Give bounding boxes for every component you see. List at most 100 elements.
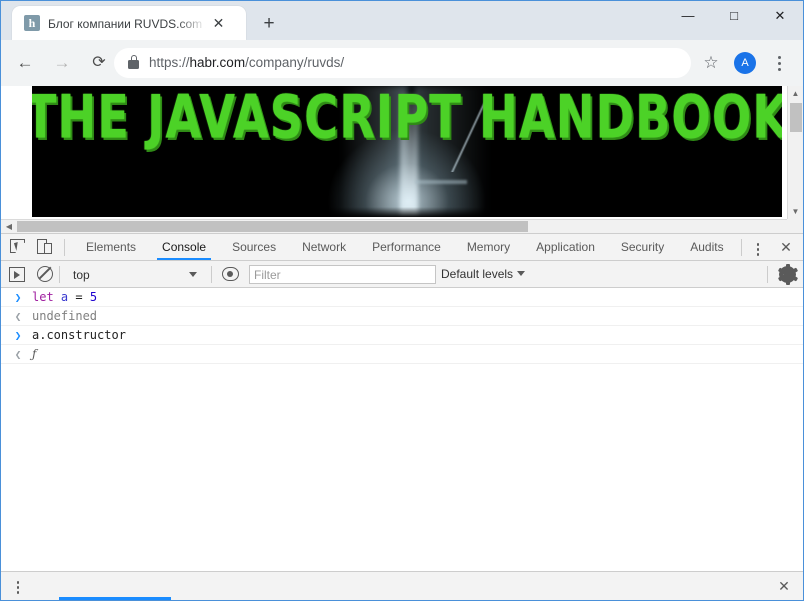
forward-icon[interactable]: → [48, 49, 76, 77]
devtools-tab-label: Sources [232, 240, 277, 254]
scroll-up-icon[interactable]: ▲ [788, 86, 803, 101]
new-tab-button[interactable]: + [258, 13, 280, 35]
maximize-button[interactable]: □ [711, 1, 757, 31]
scroll-left-icon[interactable]: ◀ [2, 220, 16, 233]
devtools-tab-memory[interactable]: Memory [454, 234, 523, 260]
reload-icon[interactable]: ⟳ [85, 49, 113, 77]
horizontal-scroll-thumb[interactable] [17, 221, 528, 232]
console-token [83, 290, 90, 304]
console-token: undefined [32, 309, 98, 323]
toolbar-divider [64, 239, 65, 256]
title-bar: h Блог компании RUVDS.com / Ха ✕ + — □ ✕ [1, 1, 803, 40]
url-path: /company/ruvds/ [245, 55, 345, 70]
devtools-tab-label: Console [162, 240, 207, 254]
devtools-menu-icon[interactable] [751, 239, 765, 257]
execution-context-value: top [73, 268, 90, 282]
filter-input[interactable] [250, 266, 435, 284]
toolbar-divider-right [741, 239, 742, 256]
devtools-tab-performance[interactable]: Performance [359, 234, 454, 260]
page-horizontal-scrollbar[interactable]: ◀ ▶ [1, 219, 803, 233]
bookmark-star-icon[interactable]: ☆ [701, 53, 721, 73]
console-token: ƒ [32, 347, 37, 361]
log-levels-select[interactable]: Default levels [441, 266, 526, 283]
execution-context-select[interactable]: top [65, 265, 205, 285]
minimize-button[interactable]: — [665, 1, 711, 31]
console-row-text: a.constructor [32, 326, 126, 345]
console-row-text: ƒ [32, 345, 36, 364]
drawer-close-icon[interactable]: ✕ [775, 577, 793, 595]
devtools-tab-label: Performance [372, 240, 441, 254]
console-output[interactable]: ❯ let a = 5 ❮ undefined ❯ a.constructor ❮ ƒ [1, 288, 803, 600]
devtools-tab-elements[interactable]: Elements [73, 234, 149, 260]
console-row: ❮ ƒ [1, 345, 803, 364]
browser-tab[interactable]: h Блог компании RUVDS.com / Ха ✕ [12, 6, 246, 40]
banner-ground [32, 206, 782, 217]
console-input-arrow-icon: ❯ [14, 291, 22, 304]
devtools-tab-label: Memory [466, 240, 511, 254]
inspect-element-icon[interactable] [10, 239, 28, 256]
devtools-panel: Elements Console Sources Network Performance… [1, 233, 803, 600]
banner-title: THE JAVASCRIPT HANDBOOK [32, 86, 782, 152]
devtools-tab-network[interactable]: Network [289, 234, 359, 260]
url-host: habr.com [189, 55, 246, 70]
browser-menu-icon[interactable] [771, 51, 787, 75]
devtools-tab-sources[interactable]: Sources [219, 234, 289, 260]
chevron-down-icon [189, 272, 197, 277]
drawer-menu-icon[interactable] [11, 578, 25, 596]
console-token: 5 [89, 290, 98, 304]
drawer-accent-bar [59, 597, 171, 600]
lock-icon [128, 55, 139, 70]
scrollbar-corner [787, 219, 803, 233]
browser-window: h Блог компании RUVDS.com / Ха ✕ + — □ ✕… [0, 0, 804, 601]
devtools-tab-label: Elements [86, 240, 137, 254]
console-input-arrow-icon: ❯ [14, 329, 22, 342]
console-token: let [32, 290, 54, 304]
execution-sidebar-icon[interactable] [9, 267, 25, 282]
filterbar-divider [59, 266, 60, 283]
console-row-text: let a = 5 [32, 288, 97, 307]
filter-input-wrap[interactable] [249, 265, 436, 284]
devtools-tab-security[interactable]: Security [608, 234, 677, 260]
devtools-tab-application[interactable]: Application [523, 234, 608, 260]
devtools-close-icon[interactable]: ✕ [777, 238, 795, 256]
vertical-scroll-thumb[interactable] [790, 103, 802, 132]
favicon-icon: h [24, 15, 40, 31]
console-row: ❮ undefined [1, 307, 803, 326]
console-filter-bar: top Default levels [1, 261, 803, 288]
console-row: ❯ let a = 5 [1, 288, 803, 307]
console-token: a.constructor [32, 328, 126, 342]
clear-console-icon[interactable] [37, 266, 53, 282]
address-bar[interactable]: https://habr.com/company/ruvds/ [114, 48, 691, 78]
console-token: = [75, 290, 83, 304]
console-output-arrow-icon: ❮ [14, 348, 22, 361]
devtools-tab-list: Elements Console Sources Network Performance… [73, 234, 737, 260]
chevron-down-icon-levels [517, 271, 526, 276]
console-token [54, 290, 61, 304]
devtools-tab-label: Audits [690, 240, 724, 254]
devtools-drawer-bar: ✕ [1, 571, 803, 600]
devtools-tabbar: Elements Console Sources Network Performance… [1, 234, 803, 261]
device-toolbar-icon[interactable] [37, 239, 55, 256]
gear-divider [767, 266, 768, 283]
scroll-down-icon[interactable]: ▼ [788, 204, 803, 219]
tab-title: Блог компании RUVDS.com / Ха [48, 17, 206, 31]
browser-toolbar: ← → ⟳ https://habr.com/company/ruvds/ ☆ … [1, 40, 803, 86]
close-icon[interactable]: ✕ [210, 15, 227, 32]
settings-gear-icon[interactable] [777, 264, 798, 285]
page-banner-image: THE JAVASCRIPT HANDBOOK [32, 86, 782, 217]
url-scheme: https:// [149, 55, 190, 70]
filterbar-divider-2 [211, 266, 212, 283]
devtools-tab-console[interactable]: Console [149, 234, 219, 260]
back-icon[interactable]: ← [11, 49, 39, 77]
devtools-tab-label: Network [302, 240, 347, 254]
url-text: https://habr.com/company/ruvds/ [149, 54, 344, 72]
avatar[interactable]: A [734, 52, 756, 74]
window-close-button[interactable]: ✕ [757, 1, 803, 31]
page-vertical-scrollbar[interactable]: ▲ ▼ [787, 86, 803, 219]
live-expression-eye-icon[interactable] [222, 267, 239, 281]
devtools-tab-label: Security [620, 240, 665, 254]
console-row-text: undefined [32, 307, 97, 326]
banner-ledge [414, 180, 467, 185]
devtools-tab-audits[interactable]: Audits [677, 234, 736, 260]
log-levels-label: Default levels [441, 267, 514, 281]
